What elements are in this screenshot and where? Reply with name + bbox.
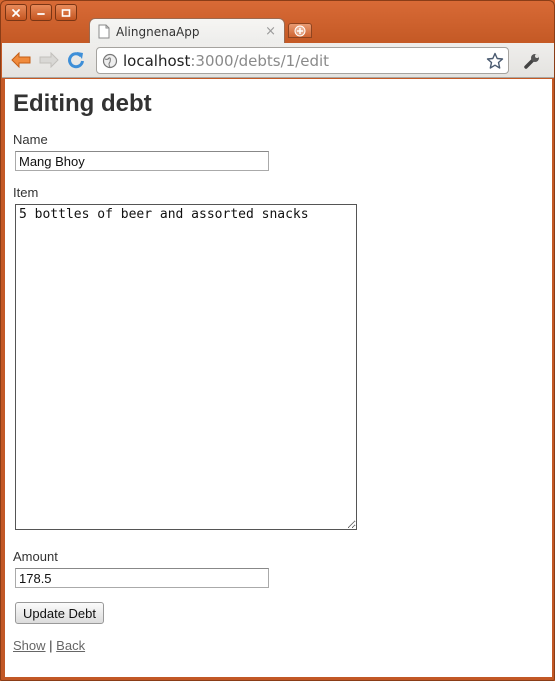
update-debt-button[interactable]: Update Debt <box>15 602 104 624</box>
new-tab-button[interactable] <box>288 23 312 38</box>
amount-input[interactable] <box>15 568 269 588</box>
new-tab-icon <box>294 25 306 36</box>
forward-button[interactable] <box>38 50 60 70</box>
tab-title: AlingnenaApp <box>116 24 200 39</box>
tab-close-icon[interactable]: × <box>265 24 276 39</box>
maximize-icon <box>61 8 71 17</box>
star-icon[interactable] <box>486 52 504 70</box>
close-window-icon <box>12 8 20 17</box>
amount-label: Amount <box>13 549 58 564</box>
wrench-icon <box>524 54 539 69</box>
reload-icon <box>68 52 84 69</box>
browser-toolbar: localhost:3000/debts/1/edit <box>2 43 554 78</box>
back-button[interactable] <box>10 50 32 70</box>
page-title: Editing debt <box>13 90 152 117</box>
back-link[interactable]: Back <box>56 638 85 653</box>
forward-arrow-icon <box>39 52 59 68</box>
browser-tab[interactable]: AlingnenaApp × <box>89 18 285 44</box>
url-path: :3000/debts/1/edit <box>190 51 330 70</box>
document-icon <box>98 24 110 39</box>
show-link[interactable]: Show <box>13 638 46 653</box>
reload-button[interactable] <box>65 50 87 70</box>
footer-links: Show | Back <box>13 638 544 653</box>
address-bar[interactable]: localhost:3000/debts/1/edit <box>96 47 509 74</box>
maximize-window-button[interactable] <box>55 4 77 21</box>
back-arrow-icon <box>11 52 31 68</box>
name-label: Name <box>13 132 48 147</box>
link-separator: | <box>49 638 53 653</box>
window-controls <box>5 4 77 21</box>
url-host: localhost <box>123 51 191 70</box>
wrench-menu-button[interactable] <box>521 50 543 72</box>
close-window-button[interactable] <box>5 4 27 21</box>
browser-window: AlingnenaApp × localhost:3000/debts/1/e… <box>0 0 555 681</box>
item-field-group: Item 5 bottles of beer and assorted snac… <box>13 185 544 535</box>
amount-field-group: Amount <box>13 549 544 588</box>
page-content: Editing debt Name Item 5 bottles of beer… <box>5 79 552 677</box>
name-input[interactable] <box>15 151 269 171</box>
item-label: Item <box>13 185 39 200</box>
minimize-icon <box>37 12 45 15</box>
minimize-window-button[interactable] <box>30 4 52 21</box>
globe-icon <box>102 53 118 68</box>
name-field-group: Name <box>13 132 544 171</box>
item-textarea[interactable]: 5 bottles of beer and assorted snacks <box>15 204 357 530</box>
